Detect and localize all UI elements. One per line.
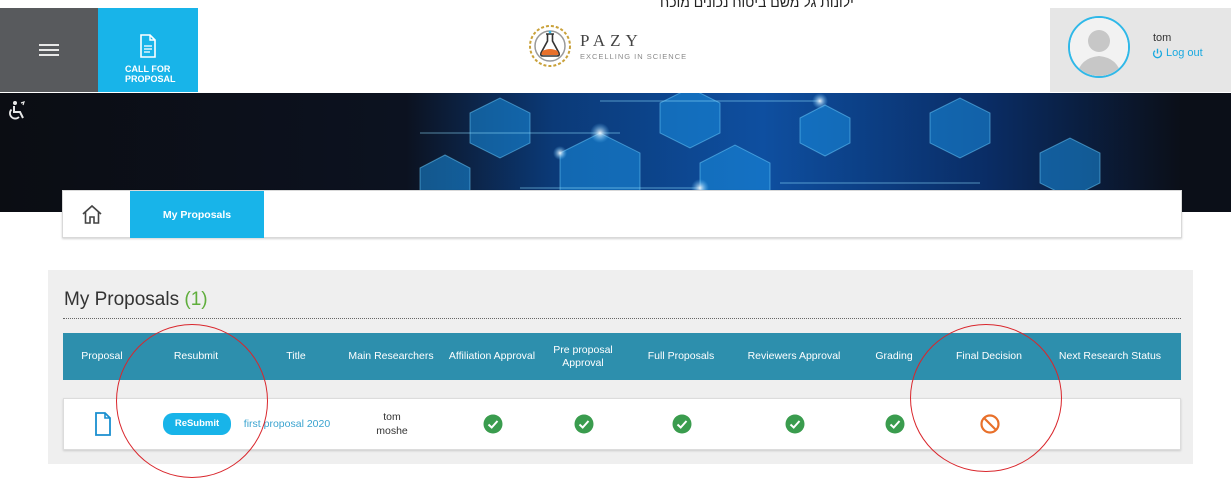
researchers-cell: tom moshe: [342, 399, 442, 449]
researcher-name: tom: [383, 411, 401, 423]
logout-link[interactable]: Log out: [1152, 47, 1203, 59]
check-icon: [740, 399, 850, 449]
page: ילונות גל משם ביטוח נכונים מוכח CALL FOR…: [0, 0, 1231, 483]
check-icon: [544, 399, 624, 449]
column-header: Affiliation Approval: [448, 350, 536, 362]
column-header: Title: [286, 350, 306, 362]
flask-logo-icon: [529, 25, 571, 67]
brand-name: PAZY: [580, 31, 643, 50]
proposal-title-link[interactable]: first proposal 2020: [244, 417, 330, 431]
home-icon[interactable]: [81, 203, 103, 230]
column-header: Reviewers Approval: [747, 350, 841, 362]
document-icon: [140, 34, 156, 58]
pazy-logo[interactable]: PAZY EXCELLING IN SCIENCE: [528, 24, 687, 68]
hamburger-icon: [39, 44, 59, 56]
tab-my-proposals[interactable]: My Proposals: [130, 191, 264, 238]
column-header: Next Research Status: [1058, 350, 1162, 362]
call-for-proposal-label: CALL FOR PROPOSAL: [125, 64, 176, 84]
researcher-name: moshe: [376, 425, 408, 437]
top-caption: ילונות גל משם ביטוח נכונים מוכח: [660, 0, 854, 10]
resubmit-button[interactable]: ReSubmit: [162, 413, 232, 435]
next-research-status-cell: [1040, 399, 1182, 449]
check-icon: [442, 399, 544, 449]
user-panel: tom Log out: [1050, 8, 1231, 92]
column-header: Proposal: [81, 350, 123, 362]
user-name: tom: [1153, 32, 1172, 44]
proposals-heading: My Proposals: [64, 289, 180, 310]
prohibited-icon: [940, 399, 1040, 449]
page-title: My Proposals (1): [64, 289, 208, 311]
menu-button[interactable]: [0, 8, 98, 92]
column-header: Full Proposals: [647, 350, 715, 362]
proposals-count: (1): [184, 289, 208, 310]
table-header: Proposal Resubmit Title Main Researchers…: [63, 333, 1181, 380]
accessibility-icon[interactable]: [6, 100, 28, 127]
file-icon[interactable]: [64, 399, 142, 449]
brand-tagline: EXCELLING IN SCIENCE: [580, 52, 688, 61]
check-icon: [624, 399, 740, 449]
title-divider: [63, 318, 1181, 319]
column-header: Main Researchers: [348, 350, 434, 362]
call-for-proposal-button[interactable]: CALL FOR PROPOSAL: [98, 8, 198, 92]
title-cell: first proposal 2020: [232, 399, 342, 449]
user-avatar-icon[interactable]: [1068, 16, 1130, 78]
column-header: Grading: [875, 350, 913, 362]
proposals-panel: My Proposals (1) Proposal Resubmit Title…: [48, 270, 1193, 464]
column-header: Resubmit: [173, 350, 219, 362]
power-icon: [1152, 48, 1163, 58]
logout-label: Log out: [1166, 47, 1203, 59]
breadcrumb: My Proposals: [62, 190, 1182, 238]
check-icon: [850, 399, 940, 449]
table-row: ReSubmit first proposal 2020 tom moshe: [63, 398, 1181, 450]
column-header: Final Decision: [956, 350, 1022, 362]
column-header: Pre proposal Approval: [553, 343, 613, 369]
